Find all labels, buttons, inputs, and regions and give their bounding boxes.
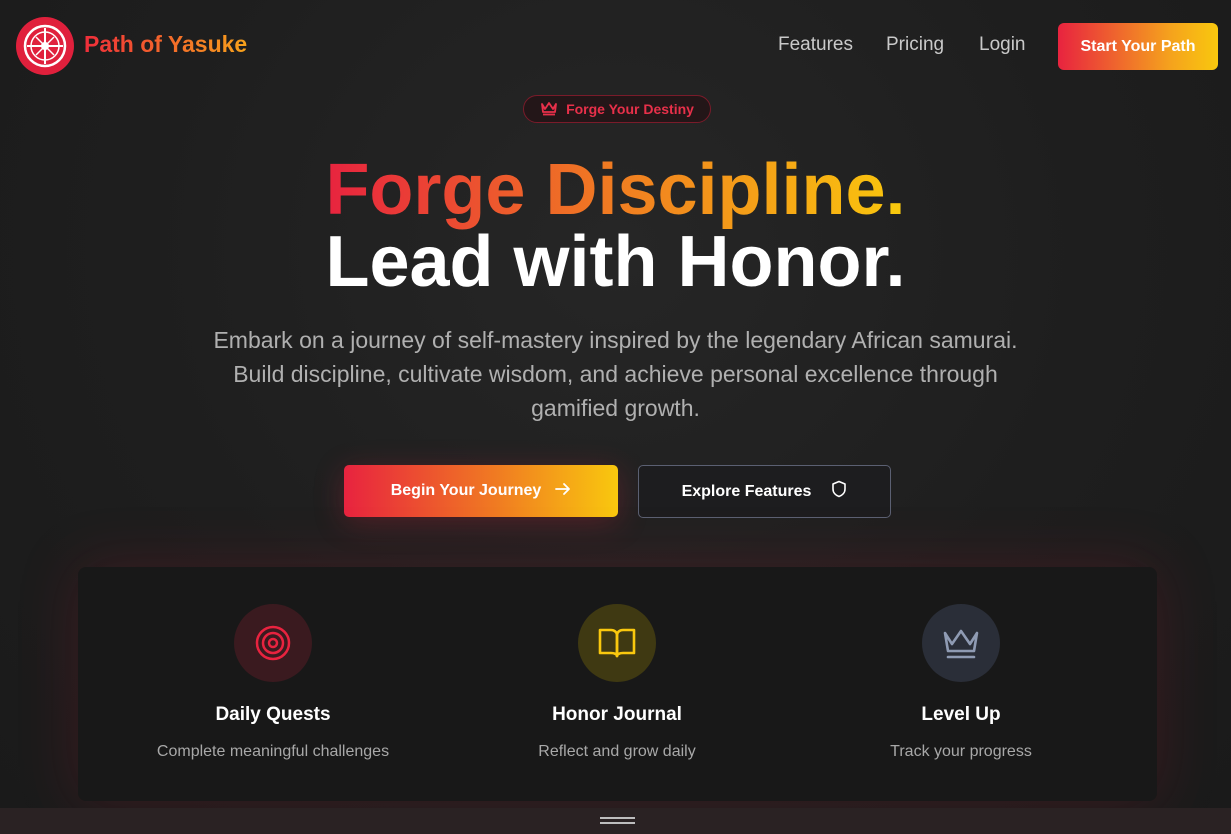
badge-text: Forge Your Destiny: [566, 101, 694, 117]
feature-honor-journal: Honor Journal Reflect and grow daily: [437, 567, 797, 801]
feature-description: Complete meaningful challenges: [156, 743, 390, 760]
feature-description: Reflect and grow daily: [538, 743, 696, 760]
target-icon: [234, 604, 312, 682]
crown-icon: [540, 100, 558, 119]
start-your-path-button[interactable]: Start Your Path: [1058, 23, 1218, 70]
explore-features-button[interactable]: Explore Features: [638, 465, 891, 518]
hero-title-gradient-text: Forge Discipline: [325, 150, 886, 230]
feature-description: Track your progress: [890, 743, 1032, 760]
begin-journey-button[interactable]: Begin Your Journey: [344, 465, 618, 517]
logo-icon[interactable]: [16, 17, 74, 75]
feature-title: Level Up: [921, 704, 1001, 725]
feature-level-up: Level Up Track your progress: [781, 567, 1141, 801]
crown-icon: [922, 604, 1000, 682]
explore-features-label: Explore Features: [681, 482, 812, 500]
hero-description: Embark on a journey of self-mastery insp…: [213, 327, 1018, 421]
destiny-badge: Forge Your Destiny: [523, 95, 711, 123]
feature-title: Daily Quests: [215, 704, 331, 725]
hero-title-line1: Forge Discipline.: [0, 150, 1231, 230]
hero-title-dot: .: [885, 150, 906, 230]
nav-link-pricing[interactable]: Pricing: [886, 34, 944, 56]
book-open-icon: [578, 604, 656, 682]
brand-name[interactable]: Path of Yasuke: [84, 31, 247, 58]
nav-link-features[interactable]: Features: [778, 34, 853, 56]
features-card: Daily Quests Complete meaningful challen…: [78, 567, 1157, 801]
drag-handle-icon[interactable]: [600, 817, 635, 825]
hero-title-line2: Lead with Honor.: [325, 222, 906, 302]
feature-daily-quests: Daily Quests Complete meaningful challen…: [93, 567, 453, 801]
feature-title: Honor Journal: [552, 704, 682, 725]
arrow-right-icon: [555, 482, 571, 501]
top-nav: Path of Yasuke Features Pricing Login St…: [0, 0, 1231, 92]
nav-link-login[interactable]: Login: [979, 34, 1026, 56]
shield-icon: [831, 480, 847, 503]
begin-journey-label: Begin Your Journey: [390, 482, 542, 499]
